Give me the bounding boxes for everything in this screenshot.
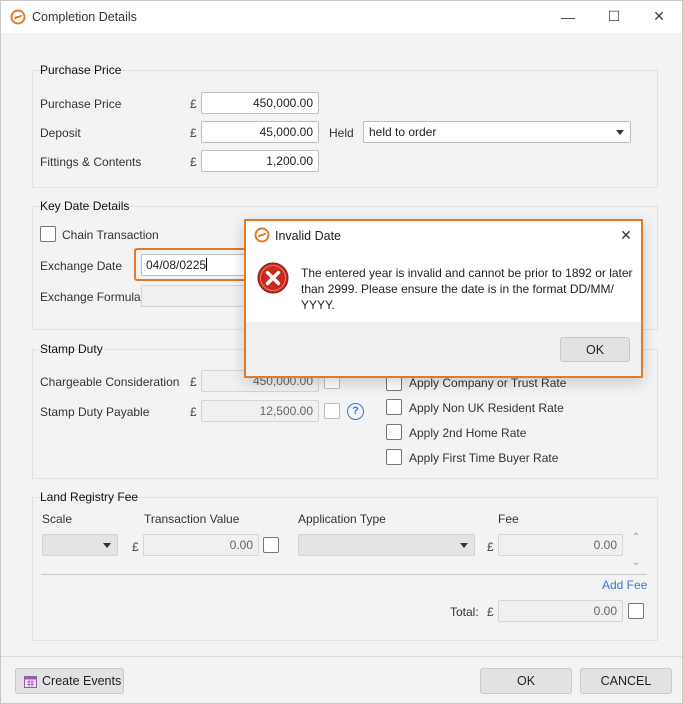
app-logo-icon — [10, 9, 26, 25]
column-header-application-type: Application Type — [298, 512, 386, 526]
create-events-label: Create Events — [42, 674, 122, 688]
dialog-ok-button[interactable]: OK — [560, 337, 630, 362]
fittings-label: Fittings & Contents — [40, 155, 142, 169]
purchase-price-currency: £ — [190, 97, 197, 111]
rate-label-first-time-buyer: Apply First Time Buyer Rate — [409, 451, 559, 465]
column-header-fee: Fee — [498, 512, 519, 526]
total-label: Total: — [450, 605, 479, 619]
help-icon-glyph: ? — [352, 405, 359, 417]
chargeable-currency: £ — [190, 375, 197, 389]
app-logo-icon — [254, 227, 270, 243]
invalid-date-dialog: Invalid Date ✕ The entered year is inval… — [244, 219, 643, 378]
cancel-button[interactable]: CANCEL — [580, 668, 672, 694]
rate-label-2nd-home: Apply 2nd Home Rate — [409, 426, 527, 440]
land-registry-divider — [41, 574, 647, 575]
footer-divider — [1, 656, 682, 657]
stamp-duty-payable-input[interactable]: 12,500.00 — [201, 400, 319, 422]
fittings-input[interactable]: 1,200.00 — [201, 150, 319, 172]
ok-label: OK — [516, 674, 536, 688]
minimize-icon: — — [561, 8, 575, 25]
ok-button[interactable]: OK — [480, 668, 572, 694]
key-date-group-title: Key Date Details — [40, 199, 130, 213]
purchase-price-input[interactable]: 450,000.00 — [201, 92, 319, 114]
held-label: Held — [329, 126, 354, 140]
chevron-down-icon — [460, 543, 468, 548]
stamp-duty-override-checkbox[interactable] — [324, 403, 340, 419]
held-select[interactable]: held to order — [363, 121, 631, 143]
title-bar: Completion Details — ☐ ✕ — [1, 1, 682, 33]
fee-currency: £ — [487, 540, 494, 554]
exchange-date-input[interactable]: 04/08/0225 — [141, 254, 251, 276]
total-input[interactable]: 0.00 — [498, 600, 623, 622]
maximize-icon: ☐ — [607, 8, 621, 24]
purchase-price-label: Purchase Price — [40, 97, 122, 111]
land-registry-group-title: Land Registry Fee — [40, 490, 139, 504]
cancel-label: CANCEL — [600, 674, 652, 688]
dialog-close-button[interactable]: ✕ — [616, 225, 636, 245]
transaction-value-input[interactable]: 0.00 — [143, 534, 259, 556]
chain-transaction-checkbox[interactable] — [40, 226, 56, 242]
total-checkbox[interactable] — [628, 603, 644, 619]
deposit-input[interactable]: 45,000.00 — [201, 121, 319, 143]
stamp-duty-currency: £ — [190, 405, 197, 419]
purchase-price-group-title: Purchase Price — [40, 63, 122, 77]
rate-label-company-trust: Apply Company or Trust Rate — [409, 376, 567, 390]
chevron-down-icon — [103, 543, 111, 548]
column-header-scale: Scale — [42, 512, 73, 526]
transaction-value-currency: £ — [132, 540, 139, 554]
deposit-currency: £ — [190, 126, 197, 140]
close-icon: ✕ — [620, 227, 632, 243]
stamp-duty-group-title: Stamp Duty — [40, 342, 103, 356]
window-title: Completion Details — [32, 10, 137, 24]
scroll-down-icon[interactable]: ⌄ — [632, 557, 640, 568]
text-caret — [206, 258, 208, 271]
chevron-down-icon — [616, 130, 624, 135]
dialog-message: The entered year is invalid and cannot b… — [301, 266, 633, 312]
exchange-date-value: 04/08/0225 — [146, 258, 207, 272]
deposit-label: Deposit — [40, 126, 81, 140]
exchange-date-label: Exchange Date — [40, 259, 123, 273]
help-icon[interactable]: ? — [347, 403, 364, 420]
rate-label-non-uk-resident: Apply Non UK Resident Rate — [409, 401, 564, 415]
held-select-value: held to order — [369, 125, 437, 139]
scale-select[interactable] — [42, 534, 118, 556]
create-events-button[interactable]: Create Events — [15, 668, 124, 694]
scroll-up-icon[interactable]: ⌃ — [632, 532, 640, 543]
exchange-formula-input[interactable] — [141, 285, 251, 307]
dialog-title-bar: Invalid Date ✕ — [246, 221, 641, 249]
dialog-title: Invalid Date — [275, 229, 342, 243]
rate-checkbox-2nd-home[interactable] — [386, 424, 402, 440]
fittings-currency: £ — [190, 155, 197, 169]
total-currency: £ — [487, 605, 494, 619]
fee-input[interactable]: 0.00 — [498, 534, 623, 556]
rate-checkbox-non-uk-resident[interactable] — [386, 399, 402, 415]
maximize-button[interactable]: ☐ — [591, 1, 637, 32]
error-icon — [257, 262, 289, 294]
stamp-duty-payable-label: Stamp Duty Payable — [40, 405, 150, 419]
close-button[interactable]: ✕ — [636, 1, 682, 32]
exchange-formula-label: Exchange Formula — [40, 290, 141, 304]
transaction-value-checkbox[interactable] — [263, 537, 279, 553]
close-icon: ✕ — [653, 8, 665, 24]
chain-transaction-label: Chain Transaction — [62, 228, 159, 242]
dialog-body: The entered year is invalid and cannot b… — [246, 249, 641, 322]
column-header-transaction-value: Transaction Value — [144, 512, 240, 526]
application-type-select[interactable] — [298, 534, 475, 556]
dialog-ok-label: OK — [585, 342, 605, 357]
rate-checkbox-first-time-buyer[interactable] — [386, 449, 402, 465]
calendar-icon — [24, 675, 37, 688]
add-fee-link[interactable]: Add Fee — [602, 578, 647, 592]
chargeable-consideration-label: Chargeable Consideration — [40, 375, 180, 389]
minimize-button[interactable]: — — [545, 1, 591, 32]
